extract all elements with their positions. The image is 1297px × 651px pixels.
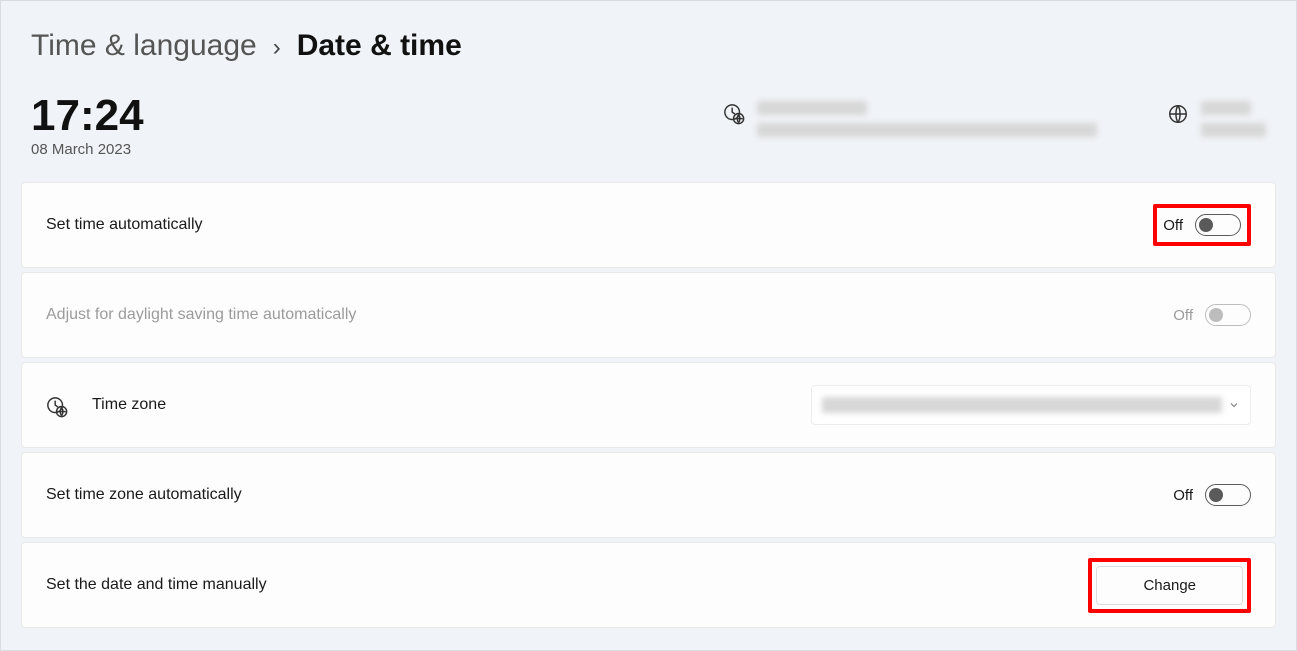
toggle-state-text: Off xyxy=(1173,307,1193,324)
time-zone-dropdown[interactable] xyxy=(811,385,1251,425)
chevron-down-icon xyxy=(1228,399,1240,411)
row-set-manually: Set the date and time manually Change xyxy=(21,542,1276,628)
blurred-text xyxy=(1201,101,1251,115)
highlight-set-time-auto-toggle: Off xyxy=(1153,204,1251,246)
highlight-change-button: Change xyxy=(1088,558,1251,613)
setting-label: Time zone xyxy=(92,396,166,414)
row-time-zone: Time zone xyxy=(21,362,1276,448)
setting-label: Adjust for daylight saving time automati… xyxy=(46,306,356,324)
change-button[interactable]: Change xyxy=(1096,566,1243,605)
blurred-text xyxy=(1201,123,1266,137)
set-tz-auto-toggle[interactable] xyxy=(1205,484,1251,506)
clock-globe-icon xyxy=(46,396,66,416)
blurred-text xyxy=(822,397,1222,413)
clock-globe-icon xyxy=(723,103,743,123)
dst-auto-toggle xyxy=(1205,304,1251,326)
header-row: 17:24 08 March 2023 xyxy=(1,63,1296,182)
setting-label: Set the date and time manually xyxy=(46,576,267,594)
toggle-state-text: Off xyxy=(1173,487,1193,504)
clock-date: 08 March 2023 xyxy=(31,141,144,158)
toggle-state-text: Off xyxy=(1163,217,1183,234)
breadcrumb-separator: › xyxy=(273,34,281,62)
row-set-time-automatically: Set time automatically Off xyxy=(21,182,1276,268)
set-time-auto-toggle[interactable] xyxy=(1195,214,1241,236)
row-set-tz-automatically: Set time zone automatically Off xyxy=(21,452,1276,538)
breadcrumb: Time & language › Date & time xyxy=(1,1,1296,63)
row-dst-automatically: Adjust for daylight saving time automati… xyxy=(21,272,1276,358)
breadcrumb-parent-link[interactable]: Time & language xyxy=(31,29,257,63)
breadcrumb-current: Date & time xyxy=(297,29,462,63)
globe-icon xyxy=(1167,103,1187,123)
setting-label: Set time zone automatically xyxy=(46,486,242,504)
timezone-info-block xyxy=(723,93,1097,137)
region-info-block xyxy=(1167,93,1266,137)
clock-time: 17:24 xyxy=(31,93,144,139)
blurred-text xyxy=(757,123,1097,137)
blurred-text xyxy=(757,101,867,115)
settings-list: Set time automatically Off Adjust for da… xyxy=(1,182,1296,648)
clock-block: 17:24 08 March 2023 xyxy=(31,93,144,158)
setting-label: Set time automatically xyxy=(46,216,203,234)
